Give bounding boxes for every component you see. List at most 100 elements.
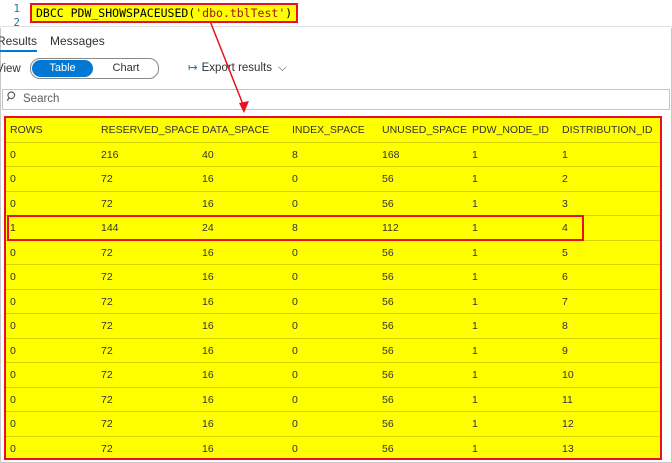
- table-cell: 0: [10, 246, 16, 259]
- table-cell: 0: [292, 393, 298, 406]
- table-cell: 72: [101, 246, 113, 259]
- table-cell: 1: [472, 148, 478, 161]
- chart-view-button[interactable]: Chart: [97, 59, 155, 78]
- code-close-paren: ): [285, 6, 293, 20]
- view-toggle[interactable]: Table Chart: [30, 58, 159, 79]
- code-string: 'dbo.tblTest': [195, 6, 286, 20]
- query-editor[interactable]: 1 2 DBCC PDW_SHOWSPACEUSED('dbo.tblTest'…: [0, 0, 672, 28]
- line-number: 1: [13, 2, 20, 15]
- highlighted-row-box: [7, 215, 584, 241]
- table-cell: 0: [292, 173, 298, 185]
- table-cell: 1: [472, 418, 478, 430]
- line-number-gutter: 1 2: [0, 0, 26, 28]
- table-cell: 56: [382, 295, 394, 308]
- table-cell: 72: [101, 271, 113, 283]
- table-cell: 0: [292, 295, 298, 308]
- table-row[interactable]: 0 216 40 8 168 1 1: [6, 143, 660, 168]
- table-cell: 3: [562, 197, 568, 210]
- search-input[interactable]: Search: [2, 89, 670, 110]
- table-cell: 56: [382, 320, 394, 332]
- table-cell: 0: [292, 246, 298, 259]
- table-cell: 72: [101, 197, 113, 210]
- chevron-down-icon: ⌵: [277, 62, 287, 74]
- table-cell: 11: [562, 393, 573, 406]
- table-cell: 1: [562, 148, 568, 161]
- table-cell: 1: [472, 295, 478, 308]
- tab-results[interactable]: Results: [0, 32, 38, 52]
- table-cell: 0: [10, 344, 16, 357]
- table-cell: 5: [562, 246, 568, 259]
- table-cell: 0: [10, 148, 16, 161]
- table-cell: 168: [382, 148, 400, 161]
- export-arrow-icon: ↦: [188, 62, 198, 74]
- table-row[interactable]: 0 72 16 0 56 1 9: [6, 339, 660, 364]
- search-icon: [6, 91, 18, 105]
- table-row[interactable]: 0 72 16 0 56 1 2: [6, 167, 660, 192]
- table-row[interactable]: 0 72 16 0 56 1 13: [6, 437, 660, 462]
- column-header[interactable]: INDEX_SPACE: [292, 118, 365, 142]
- table-cell: 2: [562, 173, 568, 185]
- table-cell: 56: [382, 197, 394, 210]
- table-cell: 0: [10, 271, 16, 283]
- results-grid[interactable]: ROWS RESERVED_SPACE DATA_SPACE INDEX_SPACE U…: [4, 116, 662, 460]
- table-row[interactable]: 0 72 16 0 56 1 3: [6, 192, 660, 217]
- search-placeholder: Search: [23, 93, 60, 105]
- export-results-button[interactable]: ↦ Export results ⌵: [188, 61, 287, 75]
- table-cell: 40: [202, 148, 214, 161]
- table-cell: 16: [202, 418, 214, 430]
- tab-messages[interactable]: Messages: [50, 32, 105, 50]
- table-row[interactable]: 0 72 16 0 56 1 12: [6, 412, 660, 437]
- column-header[interactable]: DISTRIBUTION_ID: [562, 118, 652, 142]
- table-cell: 56: [382, 246, 394, 259]
- table-cell: 10: [562, 369, 574, 381]
- column-header[interactable]: ROWS: [10, 118, 43, 142]
- table-cell: 16: [202, 197, 214, 210]
- table-cell: 0: [10, 320, 16, 332]
- column-header[interactable]: UNUSED_SPACE: [382, 118, 467, 142]
- table-cell: 13: [562, 442, 574, 455]
- table-cell: 16: [202, 320, 214, 332]
- table-cell: 0: [292, 442, 298, 455]
- table-cell: 16: [202, 393, 214, 406]
- table-cell: 1: [472, 197, 478, 210]
- table-cell: 0: [10, 393, 16, 406]
- view-label: View: [0, 63, 21, 75]
- table-cell: 72: [101, 442, 113, 455]
- table-row[interactable]: 0 72 16 0 56 1 8: [6, 314, 660, 339]
- table-cell: 8: [292, 148, 298, 161]
- table-row[interactable]: 0 72 16 0 56 1 6: [6, 265, 660, 290]
- table-cell: 1: [472, 393, 478, 406]
- table-cell: 6: [562, 271, 568, 283]
- table-cell: 56: [382, 173, 394, 185]
- table-row[interactable]: 0 72 16 0 56 1 5: [6, 241, 660, 266]
- table-cell: 9: [562, 344, 568, 357]
- table-cell: 1: [472, 246, 478, 259]
- table-cell: 0: [10, 369, 16, 381]
- table-cell: 56: [382, 344, 394, 357]
- column-header[interactable]: DATA_SPACE: [202, 118, 269, 142]
- table-row[interactable]: 0 72 16 0 56 1 11: [6, 388, 660, 413]
- table-cell: 56: [382, 442, 394, 455]
- code-line-highlighted[interactable]: DBCC PDW_SHOWSPACEUSED('dbo.tblTest'): [30, 3, 299, 23]
- table-cell: 56: [382, 418, 394, 430]
- table-cell: 0: [292, 369, 298, 381]
- table-cell: 0: [10, 197, 16, 210]
- table-cell: 7: [562, 295, 568, 308]
- table-cell: 1: [472, 344, 478, 357]
- column-header[interactable]: PDW_NODE_ID: [472, 118, 549, 142]
- table-row[interactable]: 0 72 16 0 56 1 7: [6, 290, 660, 315]
- table-cell: 1: [472, 320, 478, 332]
- code-keyword: DBCC PDW_SHOWSPACEUSED(: [36, 6, 196, 20]
- table-cell: 1: [472, 442, 478, 455]
- table-view-button[interactable]: Table: [32, 60, 93, 77]
- table-cell: 1: [472, 173, 478, 185]
- column-header[interactable]: RESERVED_SPACE: [101, 118, 199, 142]
- table-row[interactable]: 0 72 16 0 56 1 10: [6, 363, 660, 388]
- table-cell: 0: [10, 295, 16, 308]
- table-cell: 0: [292, 320, 298, 332]
- table-cell: 72: [101, 344, 113, 357]
- table-cell: 16: [202, 344, 214, 357]
- table-cell: 72: [101, 320, 113, 332]
- table-cell: 72: [101, 418, 113, 430]
- table-cell: 0: [10, 173, 16, 185]
